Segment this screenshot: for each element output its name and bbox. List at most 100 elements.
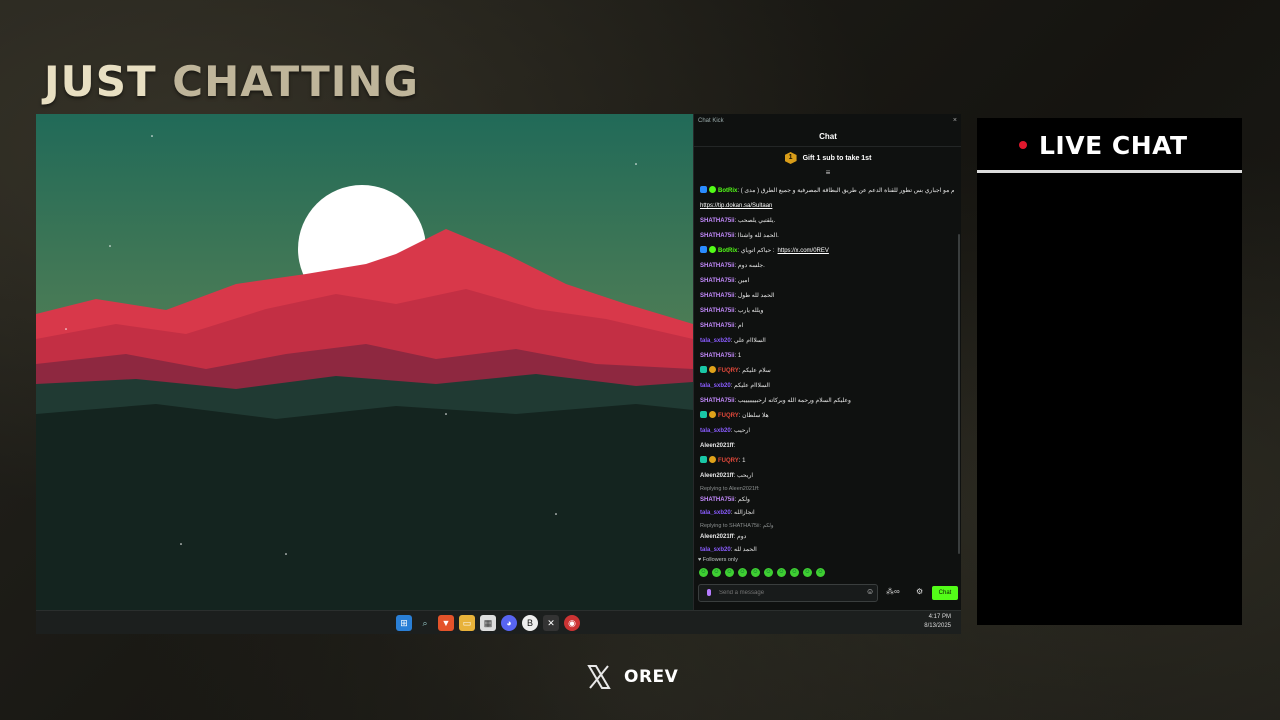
chat-message-text: امين — [737, 278, 750, 284]
title-word-2: CHATTING — [172, 57, 419, 106]
message-input[interactable] — [698, 584, 878, 602]
emote-icon[interactable]: ☺ — [751, 568, 760, 577]
gift-banner[interactable]: 1 Gift 1 sub to take 1st — [694, 147, 961, 169]
emoji-picker-icon[interactable]: ☺ — [866, 587, 874, 596]
x-logo-icon — [587, 665, 611, 689]
chat-link[interactable]: https://tip.dokan.sa/Sultaan — [700, 203, 772, 209]
calendar-icon[interactable]: ▦ — [480, 615, 496, 631]
chat-username[interactable]: SHATHA75ii — [700, 263, 735, 269]
search-icon[interactable]: ⌕ — [417, 615, 433, 631]
chat-message-text: الحمد لله واشتاا. — [737, 233, 779, 239]
chat-username[interactable]: SHATHA75ii — [700, 278, 735, 284]
chat-message-text: اريحب — [737, 473, 754, 479]
emote-icon[interactable]: ☺ — [777, 568, 786, 577]
chat-username[interactable]: tala_sxb20 — [700, 510, 731, 516]
discord-icon[interactable]: ◕ — [501, 615, 517, 631]
footer-social: OREV — [586, 662, 678, 692]
chat-username[interactable]: BotRix — [718, 248, 737, 254]
chat-username[interactable]: BotRix — [718, 188, 737, 194]
chat-message: SHATHA75ii: 1 — [700, 353, 742, 359]
live-dot-icon — [1019, 141, 1027, 149]
emote-icon[interactable]: ☺ — [816, 568, 825, 577]
followers-only-label: Followers only — [702, 557, 738, 563]
chat-username[interactable]: SHATHA75ii — [700, 353, 735, 359]
chat-message: Aleen2021ff: دوم — [700, 534, 747, 540]
emote-icon[interactable]: ☺ — [803, 568, 812, 577]
pinned-toggle-icon[interactable]: ≡ — [694, 169, 961, 177]
chrome-icon[interactable]: ◉ — [564, 615, 580, 631]
chat-header: Chat — [694, 128, 961, 147]
chat-message: SHATHA75ii: وعليكم السلام ورحمة الله وبر… — [700, 398, 851, 404]
chat-username[interactable]: tala_sxb20 — [700, 383, 731, 389]
windows-icon[interactable]: ⊞ — [396, 615, 412, 631]
xbox-icon[interactable]: ✕ — [543, 615, 559, 631]
chat-message-text: هلا سلطان — [742, 413, 769, 419]
clock-time: 4:17 PM — [928, 614, 951, 620]
taskbar-clock[interactable]: 4:17 PM 8/13/2025 — [924, 613, 951, 631]
folder-icon[interactable]: ▭ — [459, 615, 475, 631]
chat-username[interactable]: SHATHA75ii — [700, 233, 735, 239]
emote-icon[interactable]: ☺ — [699, 568, 708, 577]
chat-message-text: ويلله يارب — [737, 308, 764, 314]
chat-message-text: الحمد لله — [734, 547, 757, 553]
chat-username[interactable]: tala_sxb20 — [700, 547, 731, 553]
message-list: BotRix: الدعم مو اجباري بس تطور للقناة ا… — [700, 184, 954, 558]
chat-message-text: ولكم — [737, 497, 750, 503]
chat-username[interactable]: SHATHA75ii — [700, 218, 735, 224]
chat-message: SHATHA75ii: الحمد لله واشتاا. — [700, 233, 779, 239]
chat-username[interactable]: SHATHA75ii — [700, 497, 735, 503]
reply-context[interactable]: Replying to SHATHA75ii: ولكم — [700, 521, 954, 531]
captured-screen: Chat Kick × Chat 1 Gift 1 sub to take 1s… — [36, 114, 961, 634]
chat-username[interactable]: Aleen2021ff — [700, 443, 734, 449]
chat-message: SHATHA75ii: ويلله يارب — [700, 308, 764, 314]
chat-scrollbar[interactable] — [958, 234, 960, 554]
chat-message-text: السلااام علي — [734, 338, 766, 344]
user-badge-icon — [700, 456, 707, 463]
reply-context[interactable]: Replying to Aleen2021ff: — [700, 484, 954, 494]
user-badge-icon — [700, 246, 707, 253]
chat-username[interactable]: FUQRY — [718, 368, 739, 374]
chat-username[interactable]: Aleen2021ff — [700, 534, 734, 540]
emote-icon[interactable]: ☺ — [764, 568, 773, 577]
mic-icon[interactable] — [707, 589, 711, 596]
chat-message-text: السلااام عليكم — [734, 383, 770, 389]
chat-message-text: الدعم مو اجباري بس تطور للقناة الدعم عن … — [740, 188, 954, 194]
chat-message: tala_sxb20: السلااام علي — [700, 338, 766, 344]
verified-badge-icon — [709, 186, 716, 193]
chat-username[interactable]: tala_sxb20 — [700, 428, 731, 434]
chat-username[interactable]: SHATHA75ii — [700, 293, 735, 299]
chat-username[interactable]: SHATHA75ii — [700, 308, 735, 314]
chat-message-text: 1 — [737, 353, 742, 359]
chat-message: Aleen2021ff: — [700, 443, 736, 449]
chat-message: FUQRY: هلا سلطان — [700, 409, 954, 424]
emote-icon[interactable]: ☺ — [790, 568, 799, 577]
chat-message-text: جلسه دوم. — [737, 263, 765, 269]
chat-message: SHATHA75ii: ام — [700, 323, 744, 329]
chat-username[interactable]: tala_sxb20 — [700, 338, 731, 344]
chat-message-text: وعليكم السلام ورحمة الله وبركاته ارحبييي… — [737, 398, 851, 404]
bold-icon[interactable]: B — [522, 615, 538, 631]
chat-message: tala_sxb20: الحمد لله — [700, 547, 757, 553]
chat-username[interactable]: SHATHA75ii — [700, 398, 735, 404]
points-icon[interactable]: ⁂∞ — [886, 587, 900, 596]
mountain-wallpaper — [36, 114, 693, 610]
chat-message: SHATHA75ii: يلقتبي يلصحب. — [700, 218, 776, 224]
emote-icon[interactable]: ☺ — [712, 568, 721, 577]
chat-username[interactable]: FUQRY — [718, 458, 739, 464]
chat-message-continuation: https://tip.dokan.sa/Sultaan — [700, 199, 954, 214]
chat-message-text: ارحيب — [734, 428, 751, 434]
emote-icon[interactable]: ☺ — [725, 568, 734, 577]
title-word-1: JUST — [44, 57, 157, 106]
emote-icon[interactable]: ☺ — [738, 568, 747, 577]
chat-username[interactable]: SHATHA75ii — [700, 323, 735, 329]
chat-username[interactable]: FUQRY — [718, 413, 739, 419]
settings-gear-icon[interactable]: ⚙ — [916, 587, 923, 596]
verified-badge-icon — [709, 246, 716, 253]
chat-link[interactable]: https://x.com/0REV — [778, 248, 829, 254]
chat-message-text: ام — [737, 323, 744, 329]
close-icon[interactable]: × — [953, 114, 957, 128]
send-chat-button[interactable]: Chat — [932, 586, 958, 600]
chat-username[interactable]: Aleen2021ff — [700, 473, 734, 479]
verified-badge-icon — [709, 456, 716, 463]
brave-icon[interactable]: ▼ — [438, 615, 454, 631]
